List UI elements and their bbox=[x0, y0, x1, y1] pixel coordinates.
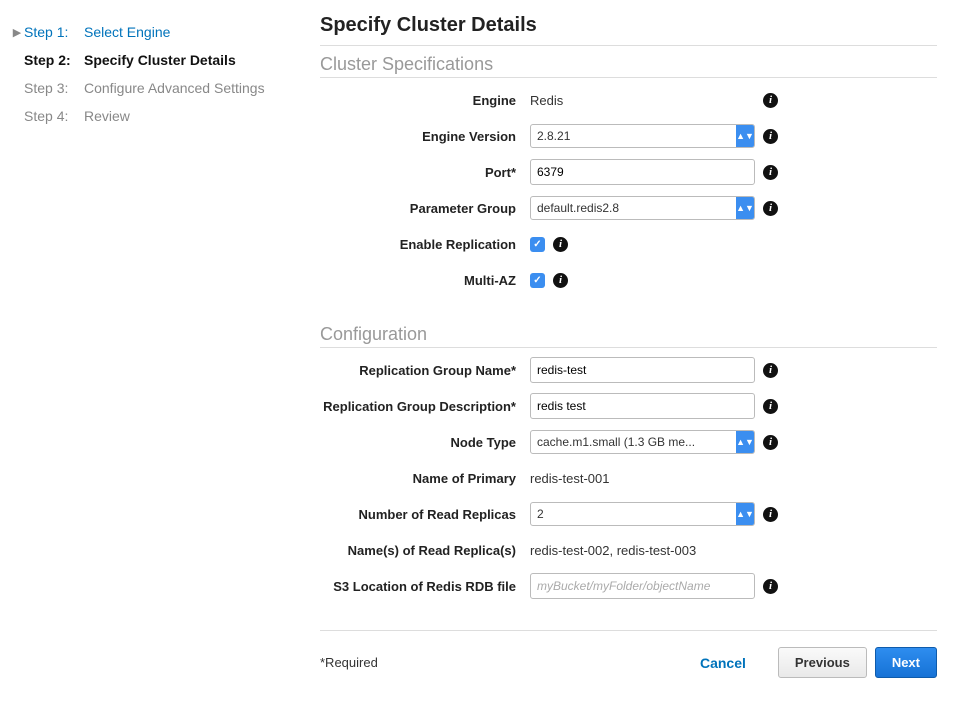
label-name-of-primary: Name of Primary bbox=[320, 471, 530, 486]
checkbox-enable-replication[interactable]: ✓ bbox=[530, 237, 545, 252]
required-note: *Required bbox=[320, 655, 378, 670]
row-port: Port* i bbox=[320, 158, 937, 186]
label-enable-replication: Enable Replication bbox=[320, 237, 530, 252]
step-label: Specify Cluster Details bbox=[84, 52, 236, 68]
divider bbox=[320, 630, 937, 631]
label-port: Port* bbox=[320, 165, 530, 180]
label-s3-rdb: S3 Location of Redis RDB file bbox=[320, 579, 530, 594]
row-names-read-replicas: Name(s) of Read Replica(s) redis-test-00… bbox=[320, 536, 937, 564]
info-icon[interactable]: i bbox=[763, 201, 778, 216]
row-replication-group-name: Replication Group Name* i bbox=[320, 356, 937, 384]
chevron-updown-icon: ▲▼ bbox=[736, 503, 754, 525]
row-parameter-group: Parameter Group default.redis2.8 ▲▼ i bbox=[320, 194, 937, 222]
divider bbox=[320, 77, 937, 78]
info-icon[interactable]: i bbox=[763, 165, 778, 180]
cluster-spec-form: Engine Redis i Engine Version 2.8.21 ▲▼ … bbox=[320, 86, 937, 294]
divider bbox=[320, 347, 937, 348]
row-number-read-replicas: Number of Read Replicas 2 ▲▼ i bbox=[320, 500, 937, 528]
select-value: 2.8.21 bbox=[531, 129, 736, 143]
configuration-form: Replication Group Name* i Replication Gr… bbox=[320, 356, 937, 600]
select-value: 2 bbox=[531, 507, 736, 521]
row-node-type: Node Type cache.m1.small (1.3 GB me... ▲… bbox=[320, 428, 937, 456]
step-number: Step 1: bbox=[24, 24, 84, 40]
step-number: Step 2: bbox=[24, 52, 84, 68]
page-title: Specify Cluster Details bbox=[320, 14, 937, 37]
label-engine-version: Engine Version bbox=[320, 129, 530, 144]
section-configuration: Configuration bbox=[320, 324, 937, 345]
select-node-type[interactable]: cache.m1.small (1.3 GB me... ▲▼ bbox=[530, 430, 755, 454]
label-replication-group-name: Replication Group Name* bbox=[320, 363, 530, 378]
row-engine: Engine Redis i bbox=[320, 86, 937, 114]
row-name-of-primary: Name of Primary redis-test-001 bbox=[320, 464, 937, 492]
main-content: Specify Cluster Details Cluster Specific… bbox=[300, 10, 947, 678]
label-node-type: Node Type bbox=[320, 435, 530, 450]
step-number: Step 4: bbox=[24, 108, 84, 124]
chevron-updown-icon: ▲▼ bbox=[736, 125, 754, 147]
step-label: Configure Advanced Settings bbox=[84, 80, 265, 96]
label-replication-group-description: Replication Group Description* bbox=[320, 399, 530, 414]
step-2[interactable]: Step 2: Specify Cluster Details bbox=[6, 46, 300, 74]
input-replication-group-description[interactable] bbox=[530, 393, 755, 419]
row-s3-rdb: S3 Location of Redis RDB file i bbox=[320, 572, 937, 600]
select-parameter-group[interactable]: default.redis2.8 ▲▼ bbox=[530, 196, 755, 220]
divider bbox=[320, 45, 937, 46]
chevron-right-icon: ▶ bbox=[10, 26, 24, 39]
info-icon[interactable]: i bbox=[763, 507, 778, 522]
next-button[interactable]: Next bbox=[875, 647, 937, 678]
select-engine-version[interactable]: 2.8.21 ▲▼ bbox=[530, 124, 755, 148]
row-multi-az: Multi-AZ ✓ i bbox=[320, 266, 937, 294]
step-number: Step 3: bbox=[24, 80, 84, 96]
info-icon[interactable]: i bbox=[763, 399, 778, 414]
input-port[interactable] bbox=[530, 159, 755, 185]
label-engine: Engine bbox=[320, 93, 530, 108]
step-4[interactable]: Step 4: Review bbox=[6, 102, 300, 130]
wizard-footer: *Required Cancel Previous Next bbox=[320, 630, 937, 678]
info-icon[interactable]: i bbox=[553, 273, 568, 288]
input-s3-rdb[interactable] bbox=[530, 573, 755, 599]
chevron-updown-icon: ▲▼ bbox=[736, 197, 754, 219]
info-icon[interactable]: i bbox=[763, 435, 778, 450]
previous-button[interactable]: Previous bbox=[778, 647, 867, 678]
value-engine: Redis bbox=[530, 93, 755, 108]
label-number-read-replicas: Number of Read Replicas bbox=[320, 507, 530, 522]
info-icon[interactable]: i bbox=[763, 93, 778, 108]
label-names-read-replicas: Name(s) of Read Replica(s) bbox=[320, 543, 530, 558]
info-icon[interactable]: i bbox=[553, 237, 568, 252]
label-parameter-group: Parameter Group bbox=[320, 201, 530, 216]
info-icon[interactable]: i bbox=[763, 579, 778, 594]
info-icon[interactable]: i bbox=[763, 363, 778, 378]
info-icon[interactable]: i bbox=[763, 129, 778, 144]
label-multi-az: Multi-AZ bbox=[320, 273, 530, 288]
cancel-button[interactable]: Cancel bbox=[700, 655, 746, 671]
chevron-updown-icon: ▲▼ bbox=[736, 431, 754, 453]
row-engine-version: Engine Version 2.8.21 ▲▼ i bbox=[320, 122, 937, 150]
select-value: default.redis2.8 bbox=[531, 201, 736, 215]
value-names-read-replicas: redis-test-002, redis-test-003 bbox=[530, 543, 696, 558]
step-label: Review bbox=[84, 108, 130, 124]
wizard-steps-sidebar: ▶ Step 1: Select Engine Step 2: Specify … bbox=[0, 10, 300, 678]
checkbox-multi-az[interactable]: ✓ bbox=[530, 273, 545, 288]
select-number-read-replicas[interactable]: 2 ▲▼ bbox=[530, 502, 755, 526]
select-value: cache.m1.small (1.3 GB me... bbox=[531, 435, 736, 449]
row-enable-replication: Enable Replication ✓ i bbox=[320, 230, 937, 258]
value-name-of-primary: redis-test-001 bbox=[530, 471, 609, 486]
input-replication-group-name[interactable] bbox=[530, 357, 755, 383]
row-replication-group-description: Replication Group Description* i bbox=[320, 392, 937, 420]
section-cluster-specifications: Cluster Specifications bbox=[320, 54, 937, 75]
step-1[interactable]: ▶ Step 1: Select Engine bbox=[6, 18, 300, 46]
step-label: Select Engine bbox=[84, 24, 170, 40]
step-3[interactable]: Step 3: Configure Advanced Settings bbox=[6, 74, 300, 102]
